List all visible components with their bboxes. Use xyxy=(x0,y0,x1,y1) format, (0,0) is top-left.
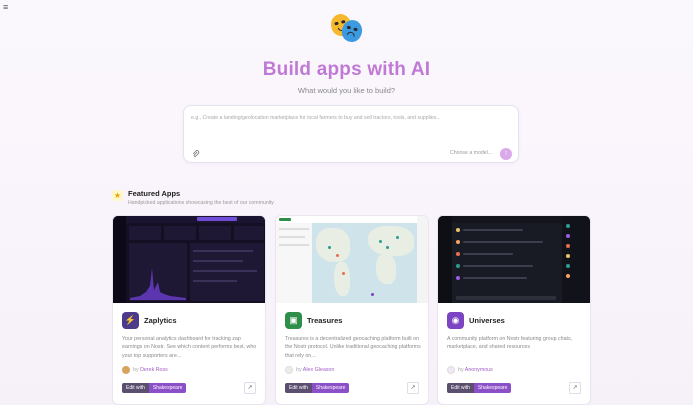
menu-icon[interactable]: ≡ xyxy=(3,3,8,12)
page-subtitle: What would you like to build? xyxy=(297,86,396,95)
app-description: Your personal analytics dashboard for tr… xyxy=(122,336,257,359)
bolt-icon: ⚡ xyxy=(122,312,139,329)
hero: Build apps with AI What would you like t… xyxy=(0,11,693,95)
arrow-up-icon: ↑ xyxy=(504,150,508,157)
author-by: by xyxy=(133,367,139,373)
app-name: Zaplytics xyxy=(144,316,177,325)
send-button[interactable]: ↑ xyxy=(500,148,512,160)
featured-title: Featured Apps xyxy=(128,189,181,198)
external-link-icon[interactable]: ↗ xyxy=(407,382,419,394)
app-card-zaplytics[interactable]: ⚡ Zaplytics Your personal analytics dash… xyxy=(112,215,266,405)
app-description: Treasures is a decentralized geocaching … xyxy=(285,336,421,359)
app-name: Treasures xyxy=(307,316,343,325)
featured-subtitle: Handpicked applications showcasing the b… xyxy=(128,200,274,206)
prompt-box: Choose a model... ↑ xyxy=(183,105,519,163)
treasure-chest-icon: ▣ xyxy=(285,312,302,329)
avatar xyxy=(122,366,130,374)
avatar xyxy=(447,366,455,374)
avatar xyxy=(285,366,293,374)
edit-with-shakespeare-button[interactable]: Edit with Shakespeare xyxy=(122,383,187,393)
app-description: A community platform on Nostr featuring … xyxy=(447,336,573,351)
author-name[interactable]: Derek Ross xyxy=(140,367,168,373)
paperclip-icon[interactable] xyxy=(192,150,200,160)
author-by: by xyxy=(458,367,464,373)
author-by: by xyxy=(296,367,302,373)
model-select[interactable]: Choose a model... xyxy=(450,150,492,156)
author-name[interactable]: Alex Gleason xyxy=(303,367,335,373)
prompt-input[interactable] xyxy=(191,111,511,125)
edit-with-shakespeare-button[interactable]: Edit with Shakespeare xyxy=(447,383,512,393)
app-screenshot xyxy=(438,216,590,303)
app-name: Universes xyxy=(469,316,505,325)
author-name[interactable]: Anonymous xyxy=(465,367,493,373)
star-icon: ★ xyxy=(112,190,123,201)
app-screenshot xyxy=(276,216,428,303)
planet-icon: ◉ xyxy=(447,312,464,329)
external-link-icon[interactable]: ↗ xyxy=(569,382,581,394)
edit-with-shakespeare-button[interactable]: Edit with Shakespeare xyxy=(285,383,350,393)
page-title: Build apps with AI xyxy=(262,59,431,80)
app-screenshot xyxy=(113,216,265,303)
theater-masks-logo-icon xyxy=(327,11,367,46)
app-card-treasures[interactable]: ▣ Treasures Treasures is a decentralized… xyxy=(275,215,429,405)
app-card-universes[interactable]: ◉ Universes A community platform on Nost… xyxy=(437,215,591,405)
external-link-icon[interactable]: ↗ xyxy=(244,382,256,394)
